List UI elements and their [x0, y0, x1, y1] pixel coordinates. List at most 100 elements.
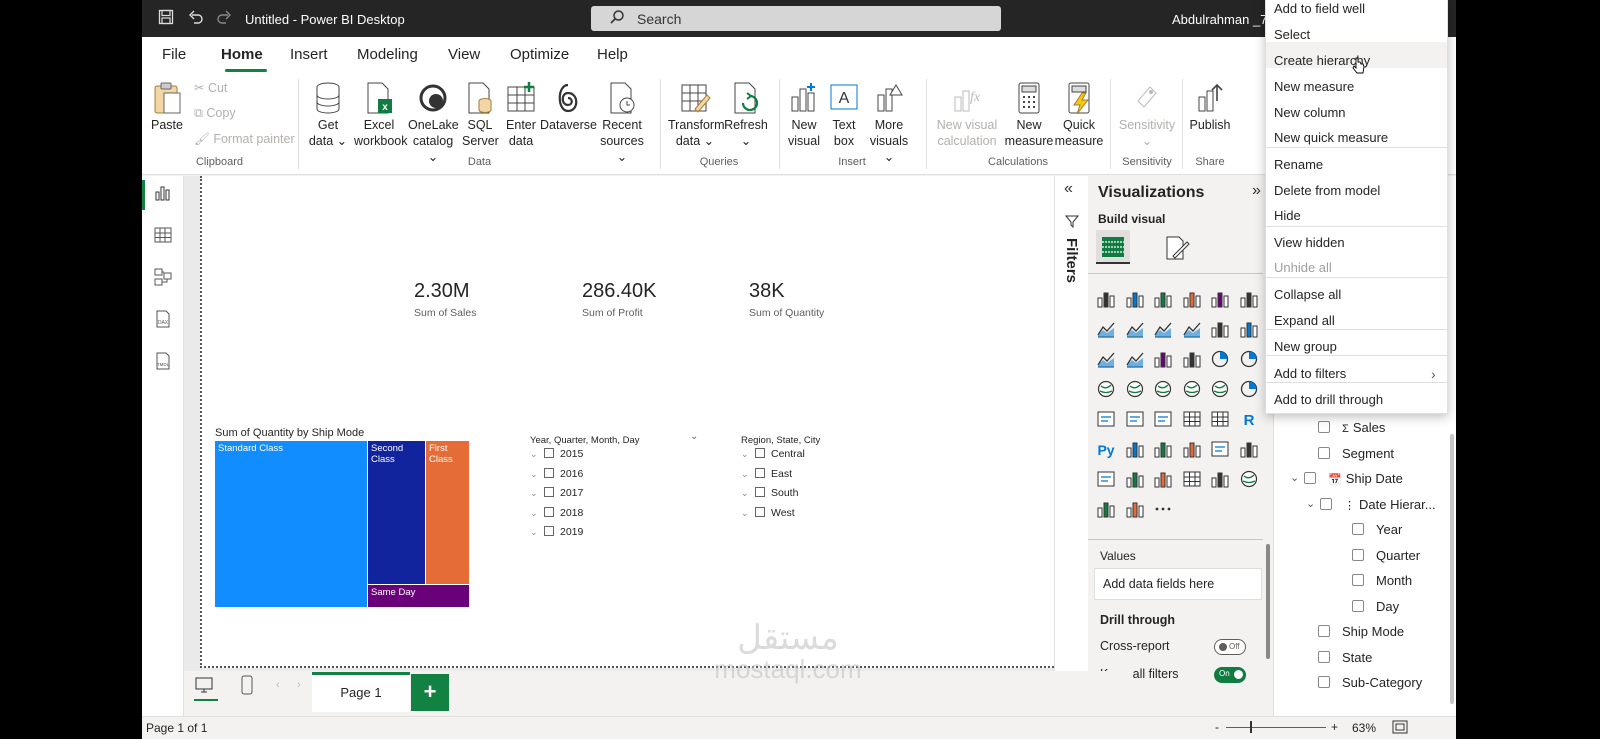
qa-icon[interactable]: [1181, 438, 1203, 460]
checkbox[interactable]: [1352, 549, 1364, 561]
chevron-down-icon[interactable]: ⌄: [741, 449, 753, 460]
excel-workbook-button[interactable]: x Excel workbook: [354, 81, 408, 149]
dax-query-view-icon[interactable]: DAX: [153, 309, 173, 329]
field-year[interactable]: Year: [1352, 522, 1402, 537]
user-name[interactable]: Abdulrahman _78: [1172, 12, 1275, 27]
treemap-icon[interactable]: [1095, 378, 1117, 400]
viz-scrollbar[interactable]: [1266, 544, 1270, 659]
map-icon[interactable]: [1124, 378, 1146, 400]
report-page[interactable]: 2.30M Sum of Sales 286.40K Sum of Profit…: [200, 176, 1058, 668]
chevron-down-icon[interactable]: ⌄: [530, 469, 542, 480]
transform-data-button[interactable]: Transform data ⌄: [668, 81, 725, 149]
cut-button[interactable]: ✂ Cut: [194, 80, 227, 95]
shape-map-icon[interactable]: [1181, 378, 1203, 400]
menu-item-collapse-all[interactable]: Collapse all: [1274, 287, 1341, 302]
checkbox[interactable]: [544, 526, 554, 536]
stacked-column-chart-icon[interactable]: [1124, 288, 1146, 310]
sql-server-button[interactable]: SQL Server: [462, 81, 499, 149]
zoom-slider-thumb[interactable]: [1250, 721, 1252, 733]
multi-row-card-icon[interactable]: [1124, 408, 1146, 430]
new-visual-calculation-button[interactable]: fx New visual calculation: [932, 81, 1002, 149]
menu-modeling[interactable]: Modeling: [357, 46, 418, 63]
checkbox[interactable]: [755, 448, 765, 458]
r-visual-icon[interactable]: R: [1238, 408, 1260, 430]
menu-optimize[interactable]: Optimize: [510, 46, 569, 63]
desktop-layout-icon[interactable]: [194, 671, 218, 701]
cross-report-toggle[interactable]: Off: [1214, 639, 1246, 655]
recent-sources-button[interactable]: Recent sources ⌄: [596, 81, 648, 165]
menu-item-delete-from-model[interactable]: Delete from model: [1274, 183, 1380, 198]
new-measure-button[interactable]: New measure: [1004, 81, 1054, 149]
new-visual-button[interactable]: New visual: [786, 81, 822, 149]
menu-item-expand-all[interactable]: Expand all: [1274, 313, 1335, 328]
treemap-cell-standard-class[interactable]: Standard Class: [215, 441, 367, 607]
more-visuals-button[interactable]: More visuals ⌄: [864, 81, 914, 165]
build-visual-tab[interactable]: [1096, 230, 1130, 264]
prev-page-icon[interactable]: ‹: [276, 679, 280, 691]
ribbon-chart-icon[interactable]: [1209, 318, 1231, 340]
next-page-icon[interactable]: ›: [297, 679, 301, 691]
menu-item-add-to-field-well[interactable]: Add to field well: [1274, 1, 1365, 16]
waterfall-chart-icon[interactable]: [1238, 318, 1260, 340]
menu-item-new-group[interactable]: New group: [1274, 339, 1337, 354]
fit-to-page-icon[interactable]: [1392, 720, 1408, 737]
mobile-layout-icon[interactable]: [240, 675, 254, 698]
field-ship-date[interactable]: ⌄ 📅 Ship Date: [1290, 471, 1403, 486]
checkbox[interactable]: [1320, 498, 1332, 510]
kpi-icon[interactable]: [1152, 408, 1174, 430]
expand-right-icon[interactable]: »: [1252, 182, 1261, 200]
slicer-item-2019[interactable]: ⌄ 2019: [530, 526, 583, 538]
power-automate-flow-icon[interactable]: [1124, 498, 1146, 520]
checkbox[interactable]: [755, 506, 765, 517]
chevron-down-icon[interactable]: ⌄: [530, 488, 542, 499]
goals-icon[interactable]: [1238, 438, 1260, 460]
chevron-down-icon[interactable]: ⌄: [530, 508, 542, 519]
menu-help[interactable]: Help: [597, 46, 628, 63]
card-icon[interactable]: [1095, 408, 1117, 430]
checkbox[interactable]: [1318, 625, 1330, 637]
menu-item-unhide-all[interactable]: Unhide all: [1274, 260, 1332, 275]
field-quarter[interactable]: Quarter: [1352, 548, 1420, 563]
search-box[interactable]: Search: [591, 6, 1001, 31]
checkbox[interactable]: [544, 467, 554, 478]
python-visual-icon[interactable]: Py: [1095, 438, 1117, 460]
checkbox[interactable]: [1352, 523, 1364, 535]
pie-chart-icon[interactable]: [1209, 348, 1231, 370]
slicer-icon[interactable]: [1181, 468, 1203, 490]
menu-item-select[interactable]: Select: [1274, 27, 1310, 42]
100-stacked-column-chart-icon[interactable]: [1238, 288, 1260, 310]
paste-button[interactable]: Paste: [150, 81, 184, 133]
chevron-down-icon[interactable]: ⌄: [1290, 471, 1299, 484]
matrix-icon[interactable]: [1209, 408, 1231, 430]
format-visual-icon[interactable]: [1163, 234, 1191, 265]
clustered-bar-chart-icon[interactable]: [1152, 288, 1174, 310]
sensitivity-button[interactable]: Sensitivity ⌄: [1118, 81, 1176, 149]
zoom-out-button[interactable]: -: [1215, 720, 1219, 734]
area-chart-icon[interactable]: [1124, 318, 1146, 340]
checkbox[interactable]: [544, 487, 554, 497]
quick-measure-button[interactable]: Quick measure: [1054, 81, 1104, 149]
add-page-button[interactable]: +: [411, 674, 449, 711]
100-stacked-area-chart-icon[interactable]: [1181, 318, 1203, 340]
checkbox[interactable]: [1352, 600, 1364, 612]
key-influencers-icon[interactable]: [1124, 438, 1146, 460]
refresh-button[interactable]: Refresh ⌄: [724, 81, 768, 149]
more-visuals-icon[interactable]: [1152, 498, 1174, 520]
publish-button[interactable]: Publish: [1188, 81, 1232, 133]
checkbox[interactable]: [755, 487, 765, 497]
page-tab-page-1[interactable]: Page 1: [312, 672, 410, 712]
checkbox[interactable]: [1318, 676, 1330, 688]
menu-item-new-measure[interactable]: New measure: [1274, 79, 1354, 94]
slicer-dropdown-icon[interactable]: ⌄: [690, 431, 698, 442]
treemap-cell-first-class[interactable]: First Class: [426, 441, 469, 584]
gauge-icon[interactable]: [1238, 378, 1260, 400]
menu-insert[interactable]: Insert: [290, 46, 328, 63]
checkbox[interactable]: [1304, 472, 1316, 484]
chevron-down-icon[interactable]: ⌄: [1306, 497, 1315, 510]
field-ship-mode[interactable]: Ship Mode: [1318, 624, 1404, 639]
menu-item-new-column[interactable]: New column: [1274, 105, 1346, 120]
scatter-chart-icon[interactable]: [1181, 348, 1203, 370]
dataverse-button[interactable]: Dataverse: [540, 81, 597, 133]
arcgis-map-icon[interactable]: [1238, 468, 1260, 490]
stacked-bar-chart-icon[interactable]: [1095, 288, 1117, 310]
